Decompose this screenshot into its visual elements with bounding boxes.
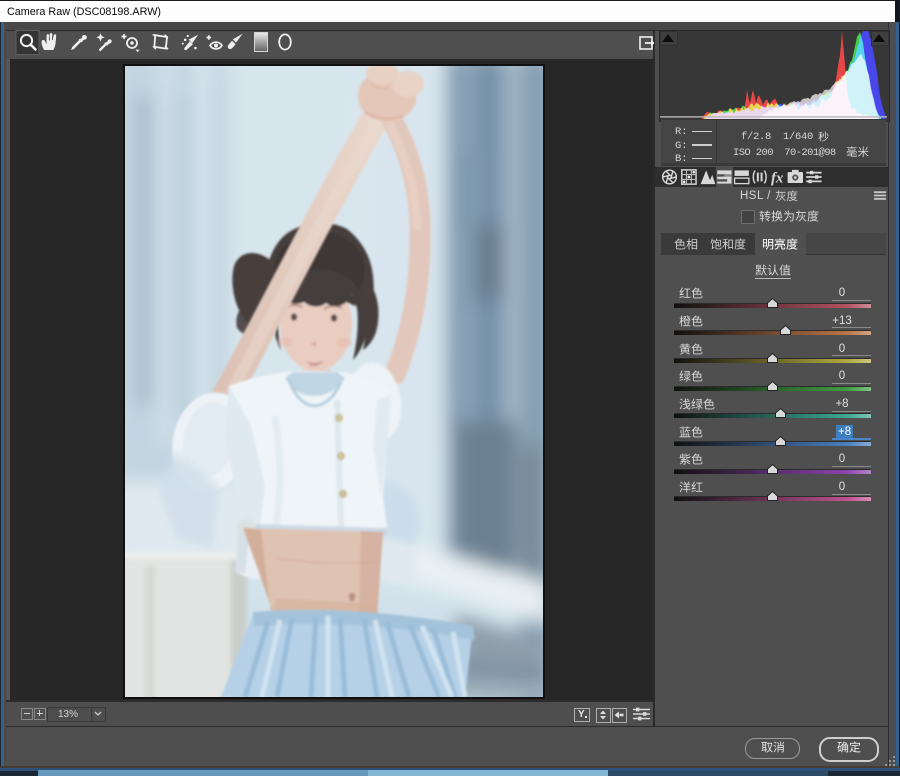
svg-text:fx: fx bbox=[771, 171, 784, 187]
